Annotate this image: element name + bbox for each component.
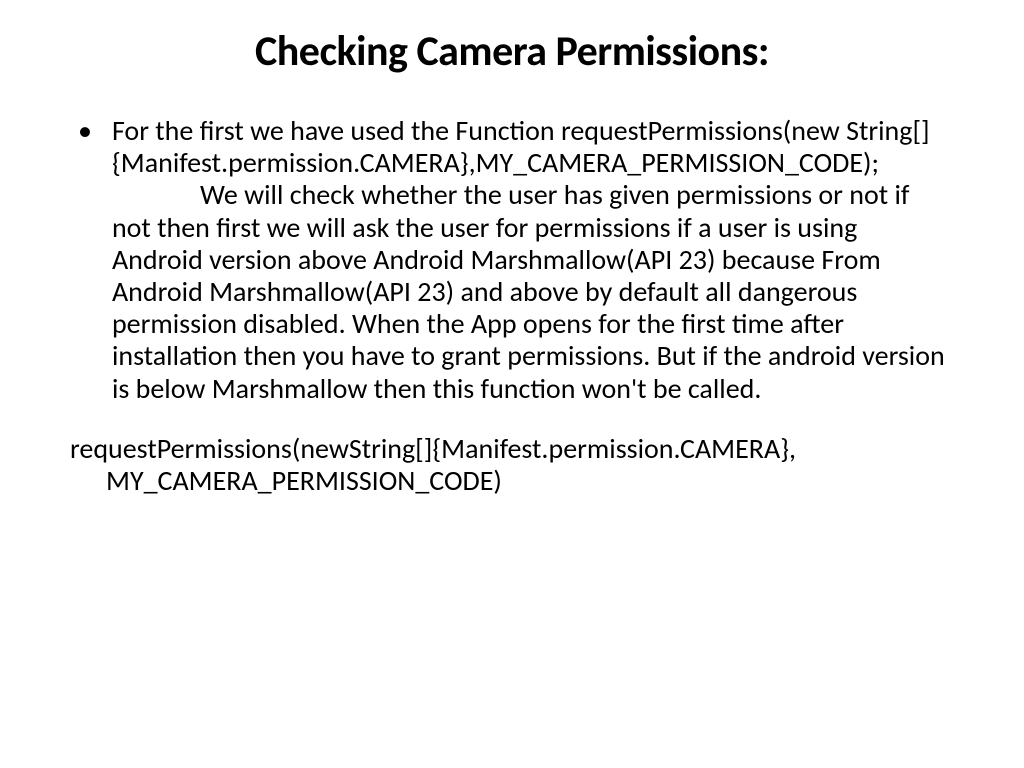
- bullet-line-2: We will check whether the user has given…: [112, 179, 954, 404]
- slide-container: Checking Camera Permissions: • For the f…: [0, 0, 1024, 768]
- bullet-marker: •: [78, 115, 92, 147]
- code-paragraph: requestPermissions(newString[]{Manifest.…: [70, 433, 954, 497]
- bullet-item: • For the first we have used the Functio…: [70, 115, 954, 405]
- slide-title: Checking Camera Permissions:: [70, 26, 954, 77]
- bullet-text-container: For the first we have used the Function …: [112, 115, 954, 405]
- bullet-line-1: For the first we have used the Function …: [112, 113, 930, 180]
